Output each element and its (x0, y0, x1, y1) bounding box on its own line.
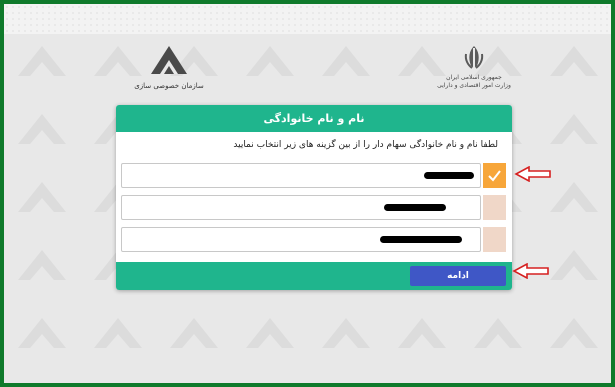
org-name: سازمان خصوصی سازی (134, 82, 204, 90)
dialog-instruction: لطفا نام و نام خانوادگی سهام دار را از ب… (233, 140, 498, 150)
name-option-1[interactable] (121, 163, 506, 188)
redacted-name (424, 172, 474, 179)
name-option-3[interactable] (121, 227, 506, 252)
name-option-2[interactable] (121, 195, 506, 220)
continue-button[interactable]: ادامه (410, 266, 506, 286)
option-checkbox[interactable] (483, 195, 506, 220)
redacted-name (384, 204, 446, 211)
redacted-name (380, 236, 462, 243)
ministry-logo: جمهوری اسلامی ایران وزارت امور اقتصادی و… (429, 44, 519, 94)
name-selection-dialog: نام و نام خانوادگی لطفا نام و نام خانواد… (116, 105, 512, 290)
left-arrow-icon (514, 166, 551, 182)
privatization-org-logo: سازمان خصوصی سازی (132, 44, 206, 94)
checkmark-icon (488, 170, 501, 182)
gov-name-line2: وزارت امور اقتصادی و دارایی (437, 82, 511, 89)
option-checkbox-selected[interactable] (483, 163, 506, 188)
option-name-field[interactable] (121, 195, 481, 220)
gov-name-line1: جمهوری اسلامی ایران (446, 74, 502, 81)
dialog-title: نام و نام خانوادگی (116, 105, 512, 132)
dialog-footer: ادامه (116, 262, 512, 290)
left-arrow-icon (512, 263, 549, 279)
emblem-icon (464, 46, 484, 69)
top-strip (4, 4, 611, 34)
option-name-field[interactable] (121, 163, 481, 188)
page-background: سازمان خصوصی سازی جمهوری اسلامی ایران وز… (4, 4, 611, 383)
option-name-field[interactable] (121, 227, 481, 252)
org-logo-icon (151, 46, 187, 74)
option-checkbox[interactable] (483, 227, 506, 252)
